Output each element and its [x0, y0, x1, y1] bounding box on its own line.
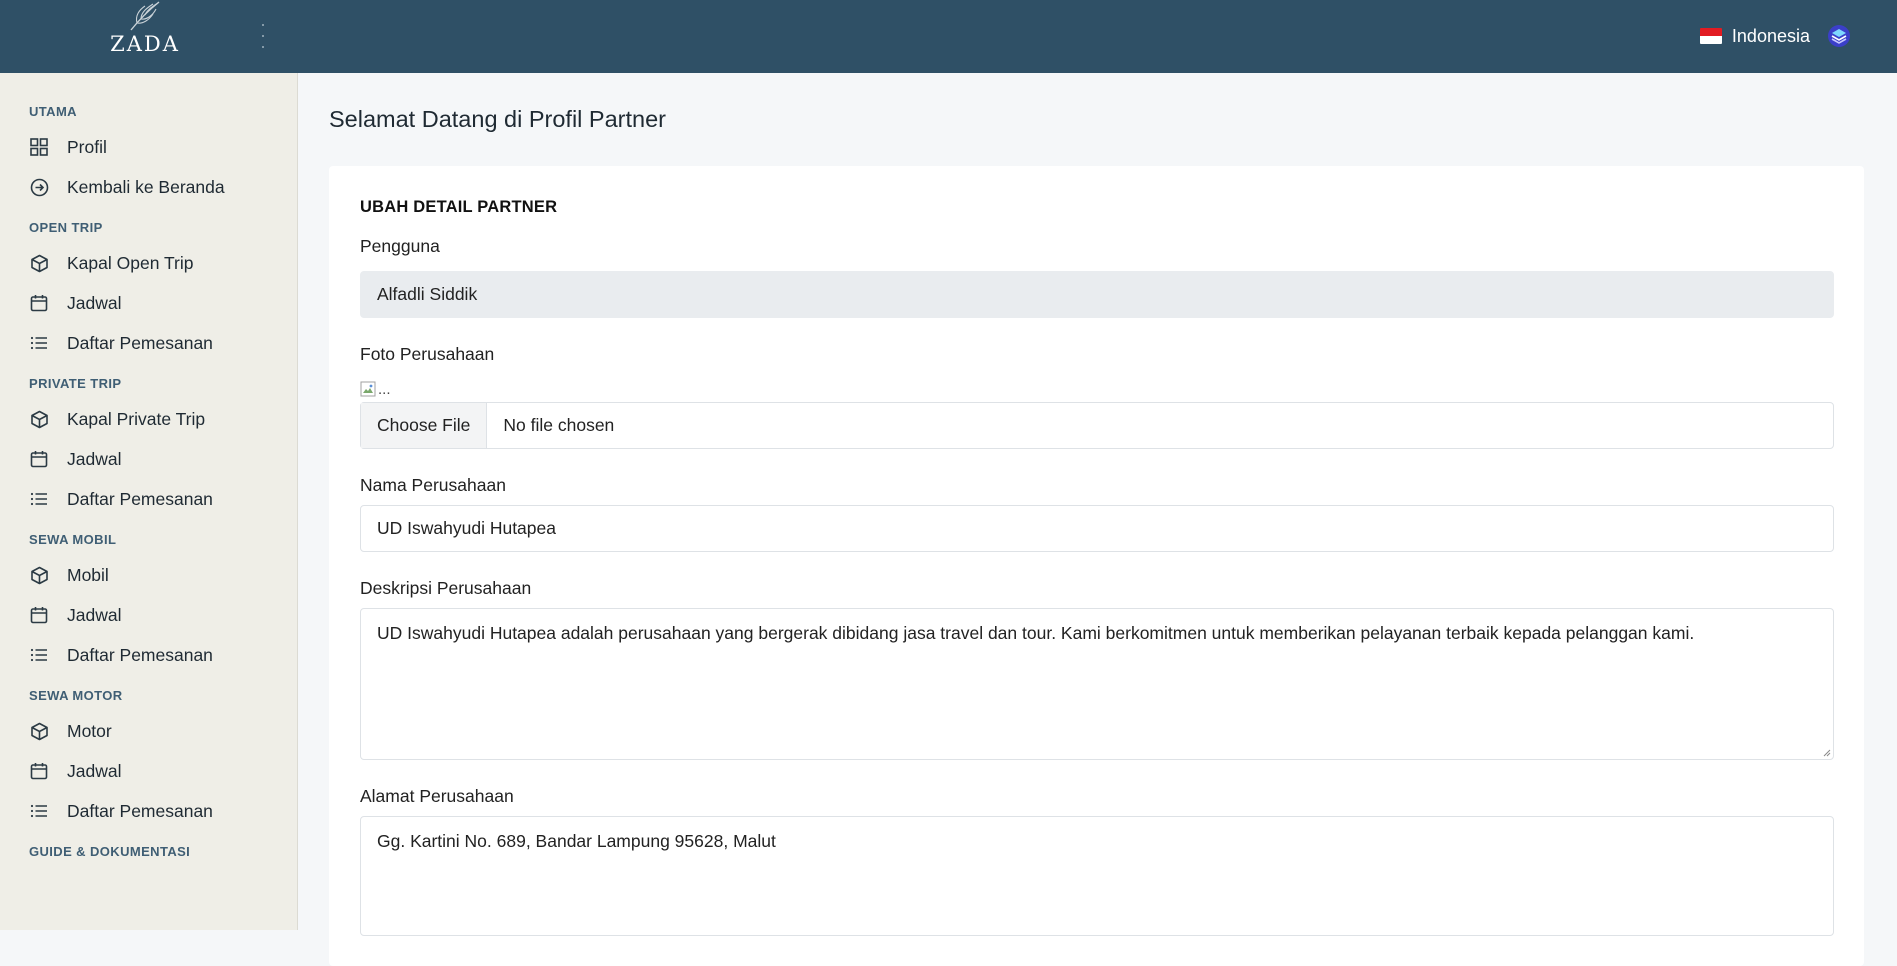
sidebar-item[interactable]: Jadwal	[0, 283, 297, 323]
box-icon	[29, 565, 49, 585]
box-icon	[29, 721, 49, 741]
brand-header: ZADA	[0, 0, 297, 73]
sidebar-section-title: GUIDE & DOKUMENTASI	[29, 844, 191, 859]
page-title: Selamat Datang di Profil Partner	[329, 106, 666, 132]
language-selector[interactable]: Indonesia	[1699, 24, 1810, 48]
sidebar-item-label: Jadwal	[67, 760, 122, 781]
company-name-input[interactable]: UD Iswahyudi Hutapea	[360, 505, 1834, 552]
sidebar-item[interactable]: Jadwal	[0, 751, 297, 791]
sidebar-item[interactable]: Kapal Private Trip	[0, 399, 297, 439]
sidebar-item-label: Motor	[67, 720, 112, 741]
list-icon	[29, 333, 49, 353]
file-status-text: No file chosen	[503, 415, 615, 435]
company-description-label: Deskripsi Perusahaan	[360, 578, 532, 598]
sidebar-item[interactable]: Kembali ke Beranda	[0, 167, 297, 207]
company-description-text: UD Iswahyudi Hutapea adalah perusahaan y…	[377, 623, 1695, 643]
list-icon	[29, 489, 49, 509]
sidebar-item[interactable]: Kapal Open Trip	[0, 243, 297, 283]
brand-name: ZADA	[110, 32, 180, 56]
sidebar-section: PRIVATE TRIP Kapal Private Trip Jadwal Daft…	[0, 377, 297, 519]
sidebar-section: GUIDE & DOKUMENTASI	[0, 845, 297, 859]
company-name-label: Nama Perusahaan	[360, 475, 506, 495]
sidebar-menu-toggle-icon[interactable]	[260, 24, 266, 48]
company-photo-image: ...	[360, 379, 391, 399]
broken-image-alt: ...	[378, 380, 391, 398]
box-icon	[29, 253, 49, 273]
sidebar-item-label: Profil	[67, 136, 107, 157]
brand-logo[interactable]: ZADA	[100, 0, 190, 60]
box-icon	[29, 409, 49, 429]
sidebar-item-label: Daftar Pemesanan	[67, 644, 213, 665]
main-content: Selamat Datang di Profil Partner UBAH DE…	[297, 73, 1897, 966]
app-layers-icon[interactable]	[1826, 23, 1852, 49]
sidebar-section: SEWA MOTOR Motor Jadwal Daftar Pemesanan	[0, 689, 297, 831]
sidebar-item-label: Jadwal	[67, 292, 122, 313]
sidebar-item-label: Kembali ke Beranda	[67, 176, 225, 197]
broken-image-icon	[360, 381, 376, 397]
sidebar-item[interactable]: Profil	[0, 127, 297, 167]
company-address-label: Alamat Perusahaan	[360, 786, 514, 806]
sidebar-section: OPEN TRIP Kapal Open Trip Jadwal Daftar Pem…	[0, 221, 297, 363]
sidebar-section-title: SEWA MOTOR	[29, 688, 123, 703]
topbar: Indonesia	[297, 0, 1897, 73]
sidebar-item[interactable]: Daftar Pemesanan	[0, 323, 297, 363]
edit-partner-card: UBAH DETAIL PARTNER Pengguna Alfadli Sid…	[329, 166, 1864, 966]
user-label: Pengguna	[360, 236, 440, 256]
calendar-icon	[29, 761, 49, 781]
sidebar-item-label: Kapal Private Trip	[67, 408, 206, 429]
list-icon	[29, 801, 49, 821]
language-label: Indonesia	[1731, 25, 1810, 46]
company-photo-file-input[interactable]: Choose File No file chosen	[360, 402, 1834, 449]
sidebar-section: UTAMA Profil Kembali ke Beranda	[0, 105, 297, 207]
company-address-text: Gg. Kartini No. 689, Bandar Lampung 9562…	[377, 831, 776, 851]
company-address-textarea[interactable]: Gg. Kartini No. 689, Bandar Lampung 9562…	[360, 816, 1834, 936]
resize-handle-icon[interactable]	[1821, 747, 1831, 757]
sidebar-item[interactable]: Motor	[0, 711, 297, 751]
sidebar-item-label: Jadwal	[67, 604, 122, 625]
sidebar-item-label: Daftar Pemesanan	[67, 800, 213, 821]
sidebar-section: SEWA MOBIL Mobil Jadwal Daftar Pemesanan	[0, 533, 297, 675]
indonesia-flag-icon	[1699, 28, 1722, 44]
sidebar-item[interactable]: Daftar Pemesanan	[0, 635, 297, 675]
company-photo-label: Foto Perusahaan	[360, 344, 495, 364]
sidebar-item-label: Jadwal	[67, 448, 122, 469]
list-icon	[29, 645, 49, 665]
arrow-circle-icon	[29, 177, 49, 197]
calendar-icon	[29, 605, 49, 625]
sidebar-section-title: SEWA MOBIL	[29, 532, 117, 547]
sidebar-item-label: Daftar Pemesanan	[67, 488, 213, 509]
calendar-icon	[29, 449, 49, 469]
feather-logo-icon	[130, 1, 160, 31]
sidebar-section-title: OPEN TRIP	[29, 220, 103, 235]
sidebar: ZADA UTAMA Profil Kembali ke Beranda OPEN T…	[0, 0, 298, 930]
sidebar-item[interactable]: Mobil	[0, 555, 297, 595]
choose-file-button[interactable]: Choose File	[361, 403, 488, 448]
calendar-icon	[29, 293, 49, 313]
company-description-textarea[interactable]: UD Iswahyudi Hutapea adalah perusahaan y…	[360, 608, 1834, 760]
sidebar-item-label: Daftar Pemesanan	[67, 332, 213, 353]
card-title: UBAH DETAIL PARTNER	[360, 198, 558, 216]
grid-icon	[29, 137, 49, 157]
sidebar-item[interactable]: Jadwal	[0, 595, 297, 635]
sidebar-item[interactable]: Daftar Pemesanan	[0, 791, 297, 831]
sidebar-section-title: PRIVATE TRIP	[29, 376, 122, 391]
sidebar-item[interactable]: Daftar Pemesanan	[0, 479, 297, 519]
sidebar-nav: UTAMA Profil Kembali ke Beranda OPEN TRIP Ka…	[0, 73, 297, 859]
sidebar-item-label: Mobil	[67, 564, 109, 585]
sidebar-section-title: UTAMA	[29, 104, 77, 119]
user-field: Alfadli Siddik	[360, 271, 1834, 318]
sidebar-item[interactable]: Jadwal	[0, 439, 297, 479]
sidebar-item-label: Kapal Open Trip	[67, 252, 194, 273]
